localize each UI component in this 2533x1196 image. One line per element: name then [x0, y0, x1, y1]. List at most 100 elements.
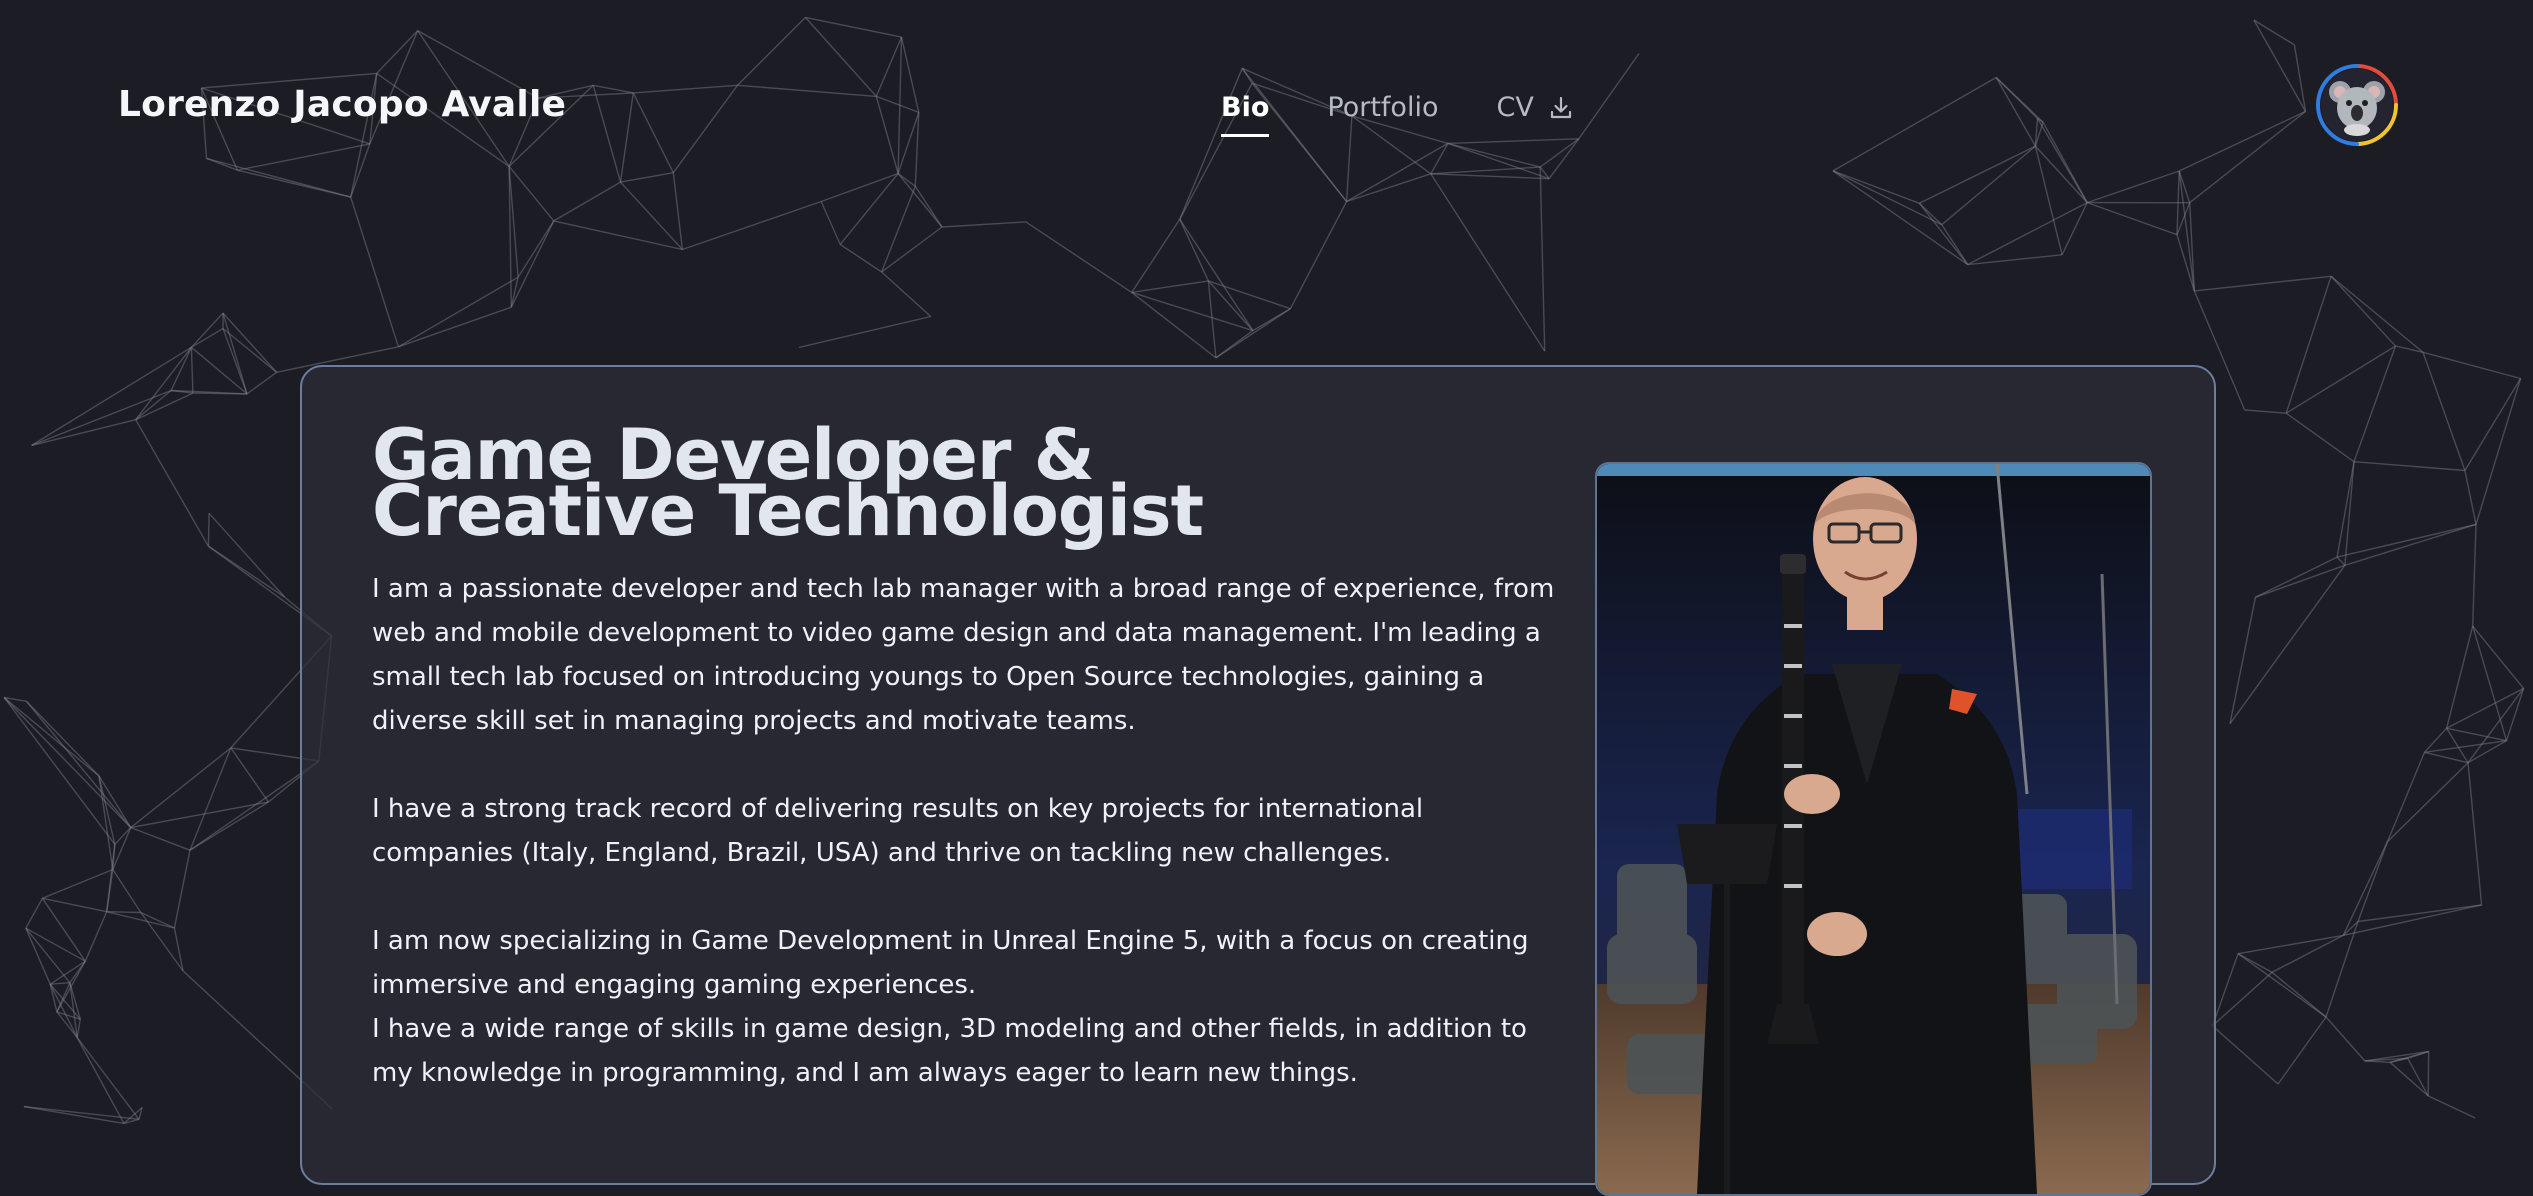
profile-photo: [1595, 462, 2152, 1196]
network-edge: [2272, 972, 2326, 1017]
network-edge: [4, 698, 99, 777]
network-edge: [2468, 688, 2524, 762]
network-edge: [2326, 1017, 2365, 1061]
network-edge: [136, 393, 193, 420]
network-edge: [2286, 276, 2331, 413]
network-edge: [107, 912, 175, 928]
network-edge: [24, 1107, 139, 1120]
nav-link-bio[interactable]: Bio: [1221, 92, 1269, 123]
network-edge: [77, 1019, 80, 1037]
network-edge: [4, 698, 115, 845]
network-edge: [1253, 309, 1291, 331]
network-edge: [2213, 1026, 2279, 1084]
main-nav: Bio Portfolio CV: [1221, 92, 1630, 123]
network-edge: [2358, 842, 2388, 922]
network-edge: [223, 313, 277, 372]
network-edge: [518, 221, 554, 277]
network-edge: [247, 372, 277, 394]
network-edge: [26, 928, 86, 961]
network-edge: [398, 307, 511, 347]
bio-text: I am a passionate developer and tech lab…: [372, 567, 1572, 1095]
network-edge: [2365, 1061, 2390, 1062]
bio-paragraph-2: I have a strong track record of deliveri…: [372, 787, 1572, 875]
nav-link-cv-label: CV: [1496, 92, 1533, 123]
network-edge: [191, 347, 193, 393]
network-edge: [2408, 1058, 2428, 1096]
network-edge: [2238, 935, 2343, 953]
network-edge: [2428, 1096, 2475, 1118]
network-edge: [1968, 255, 2062, 265]
nav-link-bio-label: Bio: [1221, 92, 1269, 123]
network-edge: [113, 828, 131, 870]
network-edge: [2343, 842, 2387, 936]
network-edge: [2425, 741, 2507, 753]
network-edge: [77, 1038, 124, 1124]
network-edge: [57, 983, 70, 1012]
network-edge: [2194, 276, 2331, 291]
network-edge: [2255, 557, 2337, 597]
network-edge: [1132, 292, 1253, 330]
network-edge: [1132, 219, 1180, 292]
nav-link-portfolio[interactable]: Portfolio: [1327, 92, 1438, 123]
network-edge: [99, 776, 113, 870]
network-edge: [208, 513, 209, 546]
network-edge: [2468, 763, 2482, 905]
network-edge: [85, 912, 106, 962]
network-edge: [2345, 524, 2476, 565]
network-edge: [2473, 626, 2507, 741]
network-edge: [4, 698, 131, 828]
network-edge: [2447, 728, 2468, 762]
network-edge: [1208, 281, 1216, 358]
network-edge: [799, 317, 931, 348]
network-edge: [24, 1107, 124, 1124]
network-edge: [99, 776, 131, 828]
network-edge: [554, 221, 683, 250]
network-edge: [42, 870, 112, 899]
koala-avatar-icon[interactable]: [2314, 62, 2400, 148]
bio-paragraph-4: I have a wide range of skills in game de…: [372, 1007, 1572, 1095]
network-edge: [2447, 728, 2507, 740]
network-edge: [107, 870, 113, 912]
network-edge: [32, 391, 172, 446]
network-edge: [2388, 763, 2469, 842]
network-edge: [77, 1038, 139, 1120]
network-edge: [2465, 471, 2476, 525]
network-edge: [840, 244, 881, 272]
network-edge: [2428, 1052, 2429, 1096]
network-edge: [2425, 728, 2447, 752]
network-edge: [57, 961, 85, 1012]
network-edge: [2447, 626, 2473, 728]
network-edge: [174, 850, 190, 928]
network-edge: [942, 222, 1026, 227]
network-edge: [26, 701, 99, 776]
nav-link-cv[interactable]: CV: [1496, 92, 1571, 123]
network-edge: [1026, 222, 1132, 293]
network-edge: [2238, 954, 2326, 1017]
network-edge: [2354, 346, 2396, 462]
page-title: Game Developer & Creative Technologist: [372, 427, 1203, 539]
network-edge: [2423, 352, 2465, 470]
network-edge: [2423, 352, 2521, 378]
network-edge: [2473, 626, 2524, 688]
network-edge: [131, 828, 190, 851]
network-edge: [2354, 462, 2465, 471]
site-header: Lorenzo Jacopo Avalle Bio Portfolio CV: [0, 0, 2533, 220]
network-edge: [26, 928, 50, 984]
network-edge: [2286, 346, 2395, 413]
network-edge: [26, 928, 70, 983]
bio-paragraph-3: I am now specializing in Game Developmen…: [372, 919, 1572, 1007]
network-edge: [32, 347, 192, 445]
network-edge: [2390, 1062, 2428, 1096]
network-edge: [131, 748, 231, 828]
network-edge: [882, 272, 931, 317]
network-edge: [231, 748, 269, 802]
profile-photo-illustration: [1597, 464, 2150, 1194]
site-brand[interactable]: Lorenzo Jacopo Avalle: [118, 84, 566, 125]
network-edge: [2337, 462, 2354, 557]
network-edge: [115, 828, 131, 845]
bio-paragraph-1: I am a passionate developer and tech lab…: [372, 567, 1572, 743]
network-edge: [223, 313, 247, 394]
network-edge: [2331, 276, 2423, 352]
network-edge: [511, 277, 518, 307]
network-edge: [1180, 219, 1209, 281]
